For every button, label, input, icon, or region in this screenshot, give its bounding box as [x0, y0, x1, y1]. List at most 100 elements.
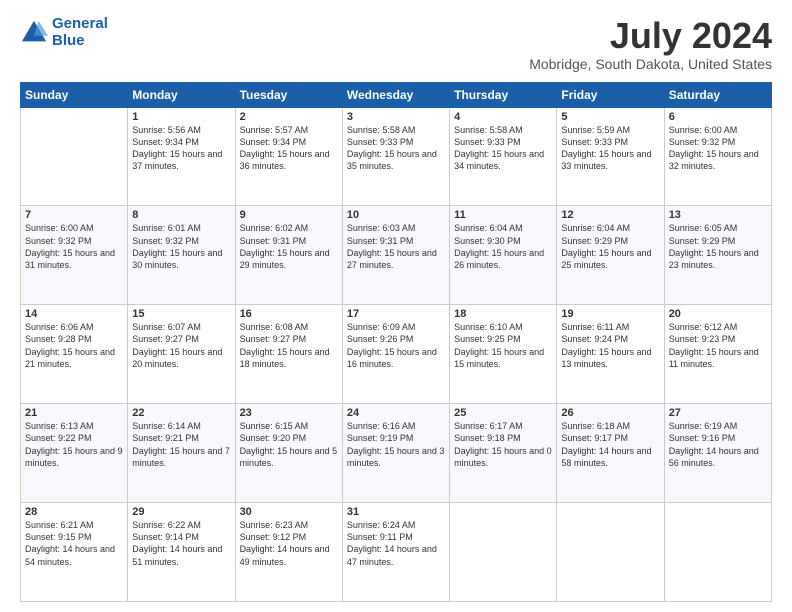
calendar-table: Sunday Monday Tuesday Wednesday Thursday…: [20, 82, 772, 602]
main-title: July 2024: [529, 16, 772, 56]
day-number: 17: [347, 308, 445, 320]
day-info: Sunrise: 5:57 AM Sunset: 9:34 PM Dayligh…: [240, 124, 338, 173]
day-number: 29: [132, 506, 230, 518]
day-number: 3: [347, 111, 445, 123]
day-number: 1: [132, 111, 230, 123]
calendar-cell: 23Sunrise: 6:15 AM Sunset: 9:20 PM Dayli…: [235, 404, 342, 503]
day-number: 26: [561, 407, 659, 419]
logo: General Blue: [20, 16, 108, 49]
day-info: Sunrise: 6:03 AM Sunset: 9:31 PM Dayligh…: [347, 222, 445, 271]
day-info: Sunrise: 5:58 AM Sunset: 9:33 PM Dayligh…: [347, 124, 445, 173]
calendar-cell: 22Sunrise: 6:14 AM Sunset: 9:21 PM Dayli…: [128, 404, 235, 503]
day-number: 13: [669, 209, 767, 221]
calendar-cell: 17Sunrise: 6:09 AM Sunset: 9:26 PM Dayli…: [342, 305, 449, 404]
day-info: Sunrise: 6:21 AM Sunset: 9:15 PM Dayligh…: [25, 519, 123, 568]
calendar-cell: 25Sunrise: 6:17 AM Sunset: 9:18 PM Dayli…: [450, 404, 557, 503]
header-wednesday: Wednesday: [342, 82, 449, 107]
day-number: 7: [25, 209, 123, 221]
calendar-cell: 30Sunrise: 6:23 AM Sunset: 9:12 PM Dayli…: [235, 503, 342, 602]
header-friday: Friday: [557, 82, 664, 107]
calendar-cell: 27Sunrise: 6:19 AM Sunset: 9:16 PM Dayli…: [664, 404, 771, 503]
day-number: 16: [240, 308, 338, 320]
day-number: 23: [240, 407, 338, 419]
calendar-cell: 24Sunrise: 6:16 AM Sunset: 9:19 PM Dayli…: [342, 404, 449, 503]
logo-icon: [20, 19, 48, 47]
day-info: Sunrise: 6:10 AM Sunset: 9:25 PM Dayligh…: [454, 321, 552, 370]
calendar-cell: 13Sunrise: 6:05 AM Sunset: 9:29 PM Dayli…: [664, 206, 771, 305]
calendar-cell: 5Sunrise: 5:59 AM Sunset: 9:33 PM Daylig…: [557, 107, 664, 206]
header-tuesday: Tuesday: [235, 82, 342, 107]
calendar-cell: 3Sunrise: 5:58 AM Sunset: 9:33 PM Daylig…: [342, 107, 449, 206]
header-monday: Monday: [128, 82, 235, 107]
day-number: 24: [347, 407, 445, 419]
day-number: 10: [347, 209, 445, 221]
day-info: Sunrise: 6:11 AM Sunset: 9:24 PM Dayligh…: [561, 321, 659, 370]
day-info: Sunrise: 6:12 AM Sunset: 9:23 PM Dayligh…: [669, 321, 767, 370]
day-info: Sunrise: 6:04 AM Sunset: 9:30 PM Dayligh…: [454, 222, 552, 271]
day-info: Sunrise: 6:13 AM Sunset: 9:22 PM Dayligh…: [25, 420, 123, 469]
day-info: Sunrise: 6:01 AM Sunset: 9:32 PM Dayligh…: [132, 222, 230, 271]
calendar-cell: 29Sunrise: 6:22 AM Sunset: 9:14 PM Dayli…: [128, 503, 235, 602]
day-number: 12: [561, 209, 659, 221]
calendar-cell: [664, 503, 771, 602]
calendar-cell: 9Sunrise: 6:02 AM Sunset: 9:31 PM Daylig…: [235, 206, 342, 305]
day-info: Sunrise: 5:58 AM Sunset: 9:33 PM Dayligh…: [454, 124, 552, 173]
day-number: 15: [132, 308, 230, 320]
day-number: 2: [240, 111, 338, 123]
calendar-cell: [21, 107, 128, 206]
day-number: 5: [561, 111, 659, 123]
calendar-cell: 12Sunrise: 6:04 AM Sunset: 9:29 PM Dayli…: [557, 206, 664, 305]
page: General Blue July 2024 Mobridge, South D…: [0, 0, 792, 612]
day-info: Sunrise: 6:18 AM Sunset: 9:17 PM Dayligh…: [561, 420, 659, 469]
day-number: 4: [454, 111, 552, 123]
day-info: Sunrise: 6:05 AM Sunset: 9:29 PM Dayligh…: [669, 222, 767, 271]
calendar-cell: 15Sunrise: 6:07 AM Sunset: 9:27 PM Dayli…: [128, 305, 235, 404]
day-number: 20: [669, 308, 767, 320]
title-block: July 2024 Mobridge, South Dakota, United…: [529, 16, 772, 72]
day-number: 19: [561, 308, 659, 320]
calendar-cell: 31Sunrise: 6:24 AM Sunset: 9:11 PM Dayli…: [342, 503, 449, 602]
day-number: 22: [132, 407, 230, 419]
calendar-cell: 10Sunrise: 6:03 AM Sunset: 9:31 PM Dayli…: [342, 206, 449, 305]
day-info: Sunrise: 6:00 AM Sunset: 9:32 PM Dayligh…: [25, 222, 123, 271]
day-info: Sunrise: 5:59 AM Sunset: 9:33 PM Dayligh…: [561, 124, 659, 173]
day-info: Sunrise: 6:23 AM Sunset: 9:12 PM Dayligh…: [240, 519, 338, 568]
day-number: 6: [669, 111, 767, 123]
day-info: Sunrise: 6:22 AM Sunset: 9:14 PM Dayligh…: [132, 519, 230, 568]
header-thursday: Thursday: [450, 82, 557, 107]
calendar-cell: [450, 503, 557, 602]
day-info: Sunrise: 6:08 AM Sunset: 9:27 PM Dayligh…: [240, 321, 338, 370]
day-number: 30: [240, 506, 338, 518]
day-number: 14: [25, 308, 123, 320]
day-number: 31: [347, 506, 445, 518]
subtitle: Mobridge, South Dakota, United States: [529, 56, 772, 72]
calendar-header-row: Sunday Monday Tuesday Wednesday Thursday…: [21, 82, 772, 107]
day-info: Sunrise: 5:56 AM Sunset: 9:34 PM Dayligh…: [132, 124, 230, 173]
calendar-week-3: 14Sunrise: 6:06 AM Sunset: 9:28 PM Dayli…: [21, 305, 772, 404]
day-info: Sunrise: 6:24 AM Sunset: 9:11 PM Dayligh…: [347, 519, 445, 568]
calendar-cell: 11Sunrise: 6:04 AM Sunset: 9:30 PM Dayli…: [450, 206, 557, 305]
header-sunday: Sunday: [21, 82, 128, 107]
calendar-week-1: 1Sunrise: 5:56 AM Sunset: 9:34 PM Daylig…: [21, 107, 772, 206]
calendar-cell: 26Sunrise: 6:18 AM Sunset: 9:17 PM Dayli…: [557, 404, 664, 503]
day-number: 11: [454, 209, 552, 221]
calendar-cell: 8Sunrise: 6:01 AM Sunset: 9:32 PM Daylig…: [128, 206, 235, 305]
calendar-cell: 21Sunrise: 6:13 AM Sunset: 9:22 PM Dayli…: [21, 404, 128, 503]
day-info: Sunrise: 6:09 AM Sunset: 9:26 PM Dayligh…: [347, 321, 445, 370]
day-number: 9: [240, 209, 338, 221]
day-info: Sunrise: 6:07 AM Sunset: 9:27 PM Dayligh…: [132, 321, 230, 370]
calendar-cell: 7Sunrise: 6:00 AM Sunset: 9:32 PM Daylig…: [21, 206, 128, 305]
calendar-cell: 2Sunrise: 5:57 AM Sunset: 9:34 PM Daylig…: [235, 107, 342, 206]
day-info: Sunrise: 6:17 AM Sunset: 9:18 PM Dayligh…: [454, 420, 552, 469]
day-info: Sunrise: 6:19 AM Sunset: 9:16 PM Dayligh…: [669, 420, 767, 469]
day-info: Sunrise: 6:16 AM Sunset: 9:19 PM Dayligh…: [347, 420, 445, 469]
calendar-cell: 6Sunrise: 6:00 AM Sunset: 9:32 PM Daylig…: [664, 107, 771, 206]
day-number: 28: [25, 506, 123, 518]
calendar-week-2: 7Sunrise: 6:00 AM Sunset: 9:32 PM Daylig…: [21, 206, 772, 305]
day-info: Sunrise: 6:06 AM Sunset: 9:28 PM Dayligh…: [25, 321, 123, 370]
calendar-cell: 28Sunrise: 6:21 AM Sunset: 9:15 PM Dayli…: [21, 503, 128, 602]
day-number: 27: [669, 407, 767, 419]
day-info: Sunrise: 6:02 AM Sunset: 9:31 PM Dayligh…: [240, 222, 338, 271]
day-info: Sunrise: 6:14 AM Sunset: 9:21 PM Dayligh…: [132, 420, 230, 469]
day-number: 25: [454, 407, 552, 419]
